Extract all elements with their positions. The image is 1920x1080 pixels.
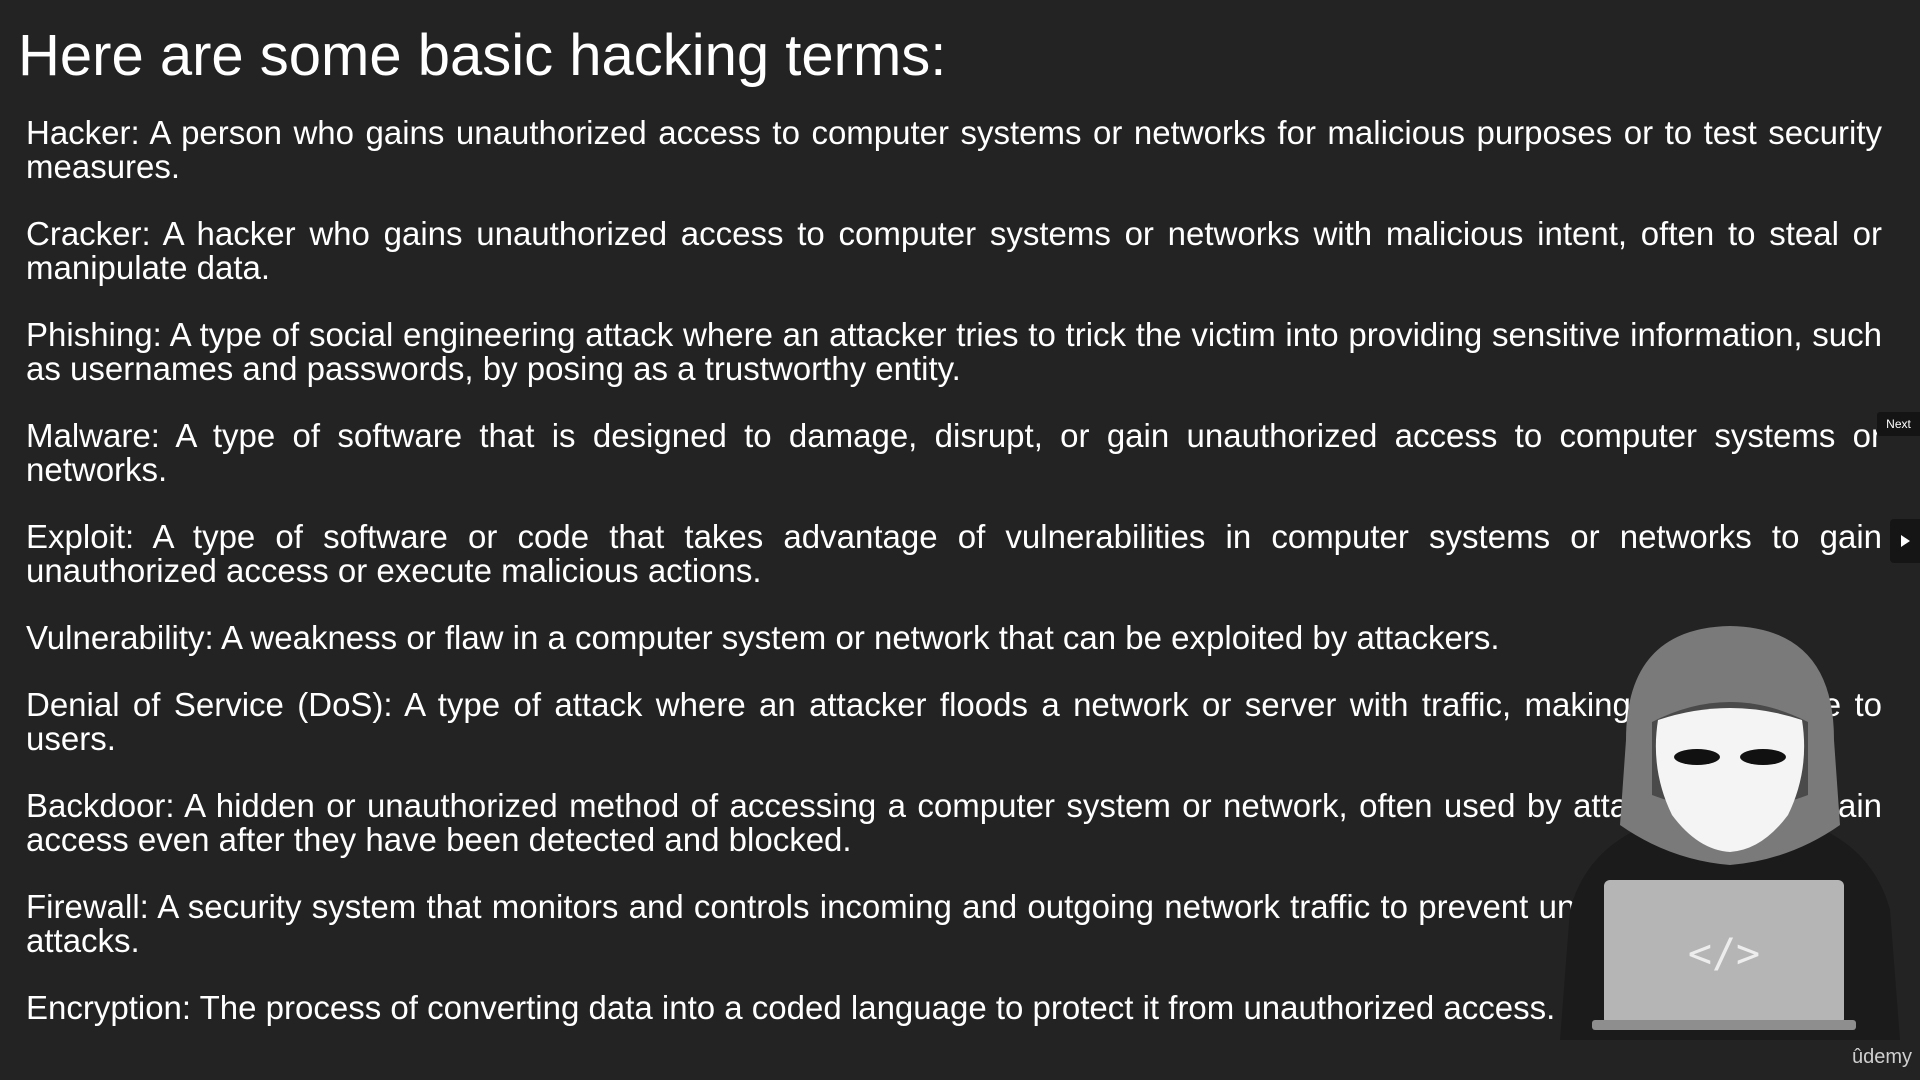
laptop-base — [1592, 1020, 1856, 1030]
next-lecture-arrow-button[interactable] — [1890, 519, 1920, 563]
next-lecture-button[interactable]: Next — [1877, 412, 1920, 436]
term-malware: Malware: A type of software that is desi… — [26, 417, 1882, 488]
term-cracker: Cracker: A hacker who gains unauthorized… — [26, 215, 1882, 286]
mask-eye-right — [1740, 749, 1786, 765]
term-exploit: Exploit: A type of software or code that… — [26, 518, 1882, 589]
udemy-logo: ûdemy — [1851, 1046, 1912, 1068]
lecture-slide: Here are some basic hacking terms: Hacke… — [0, 0, 1920, 1080]
term-hacker: Hacker: A person who gains unauthorized … — [26, 114, 1882, 185]
term-phishing: Phishing: A type of social engineering a… — [26, 316, 1882, 387]
hooded-hacker-icon: </> — [1560, 626, 1900, 1040]
mask-eye-left — [1674, 749, 1720, 765]
play-arrow-icon — [1901, 535, 1910, 547]
slide-title: Here are some basic hacking terms: — [18, 23, 947, 88]
laptop-code-label: </> — [1688, 931, 1760, 977]
